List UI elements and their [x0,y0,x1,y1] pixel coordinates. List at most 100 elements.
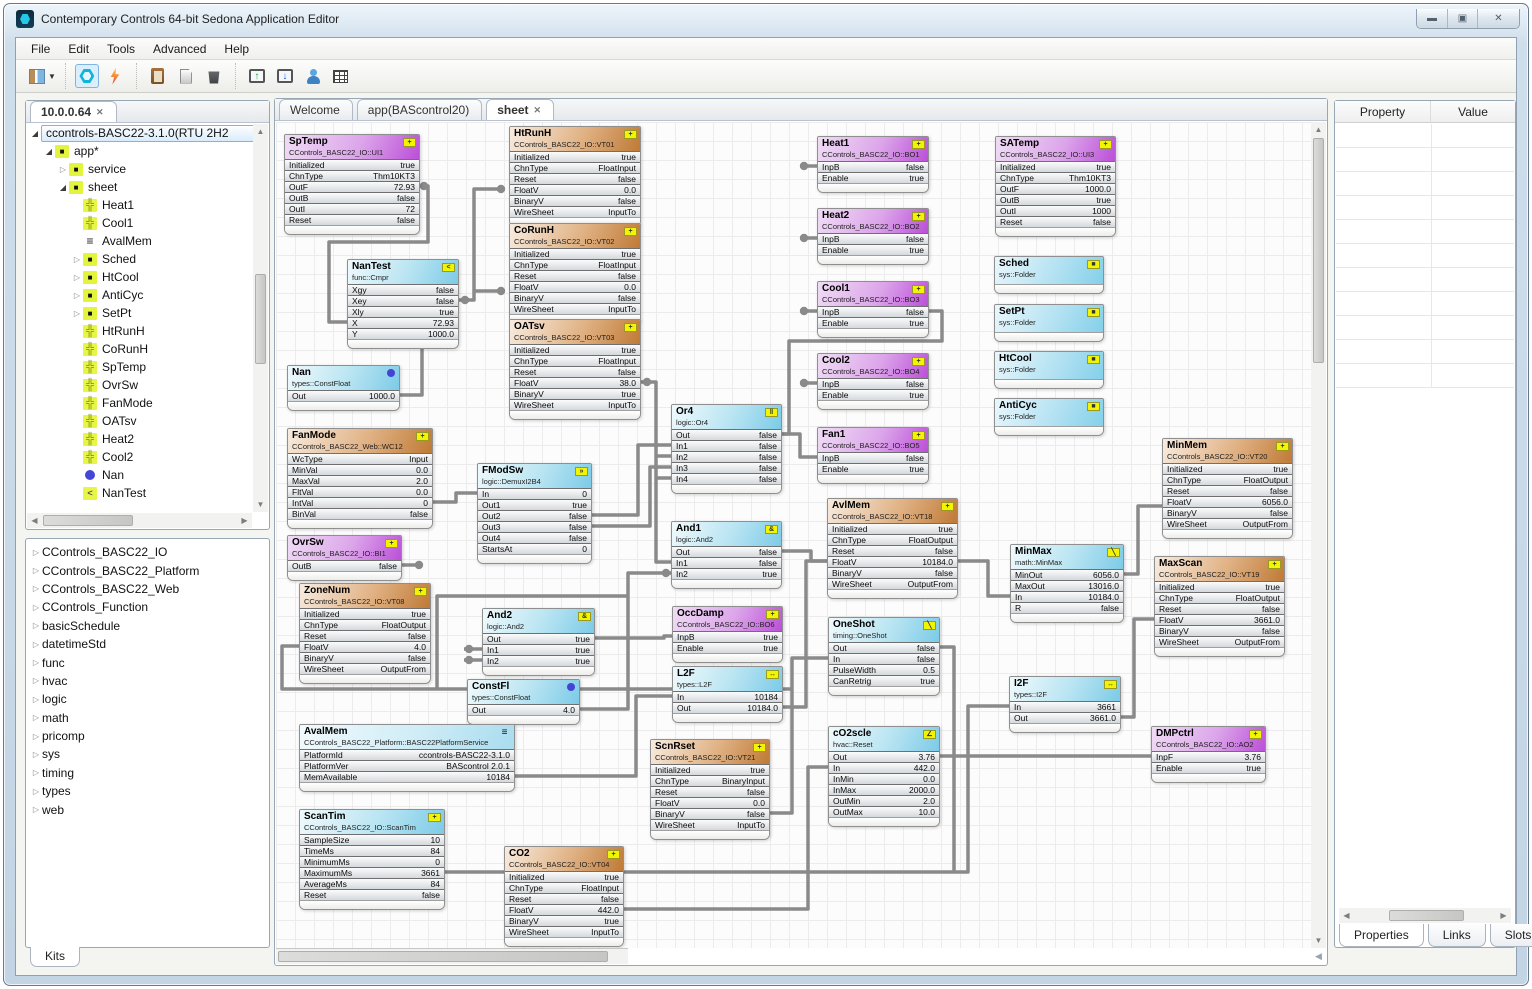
block-slot-enable[interactable]: Enabletrue [818,317,928,328]
block-heat1[interactable]: Heat1CControls_BASC22_IO::BO1+InpBfalseE… [817,136,929,193]
block-slot-enable[interactable]: Enabletrue [818,389,928,400]
tree-item-cool2[interactable]: ╬Cool2 [27,448,253,466]
block-corunh[interactable]: CoRunHCControls_BASC22_IO::VT02+Initiali… [509,223,641,324]
kit-item-ccontrols_basc22_web[interactable]: ▷CControls_BASC22_Web [30,580,265,598]
delete-button[interactable] [202,64,226,88]
tree-vertical-scrollbar[interactable]: ▲▼ [253,124,268,512]
kit-item-datetimestd[interactable]: ▷datetimeStd [30,635,265,653]
block-slot-in2[interactable]: In2false [672,451,781,462]
tree-expander-icon[interactable]: ▷ [30,621,42,630]
tree-item-sheet[interactable]: ◢■sheet [27,178,253,196]
block-header[interactable]: NanTestfunc::Cmpr< [348,260,458,284]
block-slot-out[interactable]: Out1000.0 [288,390,399,401]
block-slot-reset[interactable]: Resetfalse [828,545,957,556]
tree-expander-icon[interactable]: ▷ [30,768,42,777]
block-slot-wiresheet[interactable]: WireSheetOutputFrom [1163,518,1292,529]
block-slot-chntype[interactable]: ChnTypeFloatOutput [300,619,430,630]
wire[interactable] [782,434,817,457]
block-header[interactable]: ConstFltypes::ConstFloat [468,680,579,704]
tree-expander-icon[interactable]: ◢ [43,147,55,156]
block-slot-r[interactable]: Rfalse [1011,602,1123,613]
block-or4[interactable]: Or4logic::Or4‖OutfalseIn1falseIn2falseIn… [671,404,782,494]
block-slot-inpb[interactable]: InpBfalse [818,378,928,389]
block-header[interactable]: Fan1CControls_BASC22_IO::BO5+ [818,428,928,452]
block-slot-binaryv[interactable]: BinaryVfalse [1155,625,1284,636]
block-slot-platformid[interactable]: PlatformIdccontrols-BASC22-3.1.0 [300,749,514,760]
canvas-vertical-scrollbar[interactable]: ▲▼ [1311,122,1326,948]
block-header[interactable]: OccDampCControls_BASC22_IO::BO6+ [673,607,782,631]
upload-button[interactable]: ↑ [245,64,269,88]
kit-item-ccontrols_basc22_io[interactable]: ▷CControls_BASC22_IO [30,543,265,561]
tree-item-setpt[interactable]: ▷■SetPt [27,304,253,322]
block-slot-reset[interactable]: Resetfalse [996,216,1115,227]
block-slot-out[interactable]: Out4.0 [468,704,579,715]
block-slot-xly[interactable]: Xlytrue [348,306,458,317]
tree-item-htrunh[interactable]: ╬HtRunH [27,322,253,340]
block-header[interactable]: I2Ftypes::I2F↔ [1010,677,1120,701]
tree-item-ovrsw[interactable]: ╬OvrSw [27,376,253,394]
block-slot-reset[interactable]: Resetfalse [505,893,623,904]
block-header[interactable]: CO2CControls_BASC22_IO::VT04+ [505,847,623,871]
tree-item-fanmode[interactable]: ╬FanMode [27,394,253,412]
block-slot-outf[interactable]: OutF72.93 [285,181,419,192]
block-slot-in1[interactable]: In1false [672,440,781,451]
block-heat2[interactable]: Heat2CControls_BASC22_IO::BO2+InpBfalseE… [817,208,929,265]
title-bar[interactable]: Contemporary Controls 64-bit Sedona Appl… [4,4,1528,34]
block-slot-initialized[interactable]: Initializedtrue [510,344,640,355]
block-header[interactable]: MaxScanCControls_BASC22_IO::VT19+ [1155,557,1284,581]
block-slot-binaryv[interactable]: BinaryVfalse [510,195,640,206]
block-co2[interactable]: CO2CControls_BASC22_IO::VT04+Initialized… [504,846,624,947]
tree-item-avalmem[interactable]: ≡AvalMem [27,232,253,250]
block-slot-binaryv[interactable]: BinaryVtrue [505,915,623,926]
tree-expander-icon[interactable]: ▷ [30,566,42,575]
block-slot-initialized[interactable]: Initializedtrue [510,151,640,162]
block-slot-memavailable[interactable]: MemAvailable10184 [300,771,514,782]
block-header[interactable]: Schedsys::Folder■ [995,257,1103,284]
tree-item-sptemp[interactable]: ╬SpTemp [27,358,253,376]
block-nan[interactable]: Nantypes::ConstFloatOut1000.0 [287,365,400,411]
wire[interactable] [958,561,1010,596]
kit-item-math[interactable]: ▷math [30,709,265,727]
block-slot-chntype[interactable]: ChnTypeThm10KT3 [996,172,1115,183]
block-header[interactable]: OvrSwCControls_BASC22_IO::BI1+ [288,536,401,560]
block-and1[interactable]: And1logic::And2&OutfalseIn1falseIn2true [671,521,782,589]
block-oatsv[interactable]: OATsvCControls_BASC22_IO::VT03+Initializ… [509,319,641,420]
editor-tab-welcome[interactable]: Welcome [279,99,353,120]
block-maxscan[interactable]: MaxScanCControls_BASC22_IO::VT19+Initial… [1154,556,1285,657]
block-slot-inpb[interactable]: InpBfalse [818,161,928,172]
block-slot-floatv[interactable]: FloatV4.0 [300,641,430,652]
block-oneshot[interactable]: OneShottiming::OneShot╲OutfalseInfalsePu… [828,617,940,696]
block-slot-chntype[interactable]: ChnTypeThm10KT3 [285,170,419,181]
tree-item-anticyc[interactable]: ▷■AntiCyc [27,286,253,304]
tree-item-service[interactable]: ▷■service [27,160,253,178]
block-slot-pulsewidth[interactable]: PulseWidth0.5 [829,664,939,675]
block-header[interactable]: And1logic::And2& [672,522,781,546]
block-slot-outb[interactable]: OutBfalse [288,560,401,571]
block-fanmode[interactable]: FanModeCControls_BASC22_Web::WC12+WcType… [287,428,433,529]
block-slot-initialized[interactable]: Initializedtrue [828,523,957,534]
block-ovrsw[interactable]: OvrSwCControls_BASC22_IO::BI1+OutBfalse [287,535,402,581]
close-icon[interactable]: ✕ [534,105,542,116]
tree-expander-icon[interactable]: ▷ [30,584,42,593]
tree-expander-icon[interactable]: ▷ [71,291,83,300]
block-slot-xey[interactable]: Xeyfalse [348,295,458,306]
block-co2scle[interactable]: cO2sclehvac::Reset∠Out3.76In442.0InMin0.… [828,726,940,827]
block-dmpctrl[interactable]: DMPctrlCControls_BASC22_IO::AO2+InpF3.76… [1151,726,1266,783]
block-slot-inmax[interactable]: InMax2000.0 [829,784,939,795]
block-slot-out[interactable]: Outtrue [483,633,594,644]
tree-expander-icon[interactable]: ▷ [30,548,42,557]
block-slot-initialized[interactable]: Initializedtrue [996,161,1115,172]
block-slot-timems[interactable]: TimeMs84 [300,845,444,856]
tree-expander-icon[interactable]: ◢ [29,129,41,138]
block-slot-out[interactable]: Outfalse [829,642,939,653]
block-slot-y[interactable]: Y1000.0 [348,328,458,339]
block-header[interactable]: MinMemCControls_BASC22_IO::VT20+ [1163,439,1292,463]
block-slot-wiresheet[interactable]: WireSheetInputTo [505,926,623,937]
block-slot-wiresheet[interactable]: WireSheetInputTo [510,399,640,410]
block-slot-chntype[interactable]: ChnTypeBinaryInput [651,775,769,786]
block-slot-binaryv[interactable]: BinaryVfalse [300,652,430,663]
block-header[interactable]: CoRunHCControls_BASC22_IO::VT02+ [510,224,640,248]
block-header[interactable]: cO2sclehvac::Reset∠ [829,727,939,751]
value-column-header[interactable]: Value [1431,101,1515,122]
block-slot-in[interactable]: In10184.0 [1011,591,1123,602]
